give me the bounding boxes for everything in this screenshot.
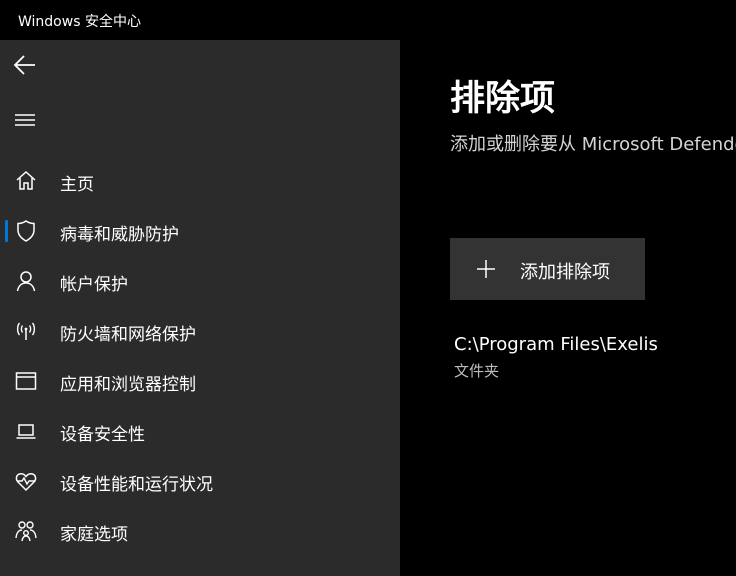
back-arrow-icon xyxy=(13,55,35,75)
window-title: Windows 安全中心 xyxy=(18,14,141,30)
sidebar-item-label: 防火墙和网络保护 xyxy=(60,325,196,345)
sidebar-item-home[interactable]: 主页 xyxy=(0,156,400,206)
sidebar: 主页 病毒和威胁防护 帐户保护 防火墙和网络保护 应用和浏览器控制 设备安全性 … xyxy=(0,40,400,576)
back-button[interactable] xyxy=(6,46,46,84)
page-description: 添加或删除要从 Microsoft Defender xyxy=(450,134,736,155)
sidebar-item-device-security[interactable]: 设备安全性 xyxy=(0,406,400,456)
main-content: 排除项 添加或删除要从 Microsoft Defender 添加排除项 C:\… xyxy=(400,40,736,576)
sidebar-item-label: 家庭选项 xyxy=(60,525,128,545)
sidebar-item-label: 应用和浏览器控制 xyxy=(60,375,196,395)
heart-pulse-icon xyxy=(15,473,37,492)
exclusion-path: C:\Program Files\Exelis xyxy=(454,334,658,355)
shield-icon xyxy=(17,220,35,242)
sidebar-item-virus-protection[interactable]: 病毒和威胁防护 xyxy=(0,206,400,256)
exclusion-item[interactable]: C:\Program Files\Exelis 文件夹 xyxy=(450,332,730,386)
sidebar-item-device-performance[interactable]: 设备性能和运行状况 xyxy=(0,456,400,506)
sidebar-item-app-browser-control[interactable]: 应用和浏览器控制 xyxy=(0,356,400,406)
sidebar-item-firewall[interactable]: 防火墙和网络保护 xyxy=(0,306,400,356)
family-icon xyxy=(15,521,37,542)
sidebar-item-label: 帐户保护 xyxy=(60,275,128,295)
sidebar-item-label: 病毒和威胁防护 xyxy=(60,225,179,245)
person-icon xyxy=(16,271,36,292)
add-exclusion-label: 添加排除项 xyxy=(520,262,610,283)
title-bar: Windows 安全中心 xyxy=(0,0,736,40)
selection-indicator xyxy=(5,220,8,242)
sidebar-item-label: 设备安全性 xyxy=(60,425,145,445)
security-center-window: Windows 安全中心 主页 病毒和威胁防护 帐户保护 防火墙和网络保护 应用… xyxy=(0,0,736,576)
exclusion-type: 文件夹 xyxy=(454,362,500,380)
sidebar-item-label: 设备性能和运行状况 xyxy=(60,475,213,495)
sidebar-item-account-protection[interactable]: 帐户保护 xyxy=(0,256,400,306)
laptop-icon xyxy=(16,424,36,439)
add-exclusion-button[interactable]: 添加排除项 xyxy=(450,238,645,300)
sidebar-item-family-options[interactable]: 家庭选项 xyxy=(0,506,400,556)
antenna-icon xyxy=(16,322,36,340)
menu-toggle-button[interactable] xyxy=(6,102,46,140)
plus-icon xyxy=(477,260,495,278)
home-icon xyxy=(16,170,36,190)
browser-window-icon xyxy=(15,372,37,390)
sidebar-item-label: 主页 xyxy=(60,175,94,195)
page-title: 排除项 xyxy=(450,79,556,119)
hamburger-icon xyxy=(15,114,35,126)
